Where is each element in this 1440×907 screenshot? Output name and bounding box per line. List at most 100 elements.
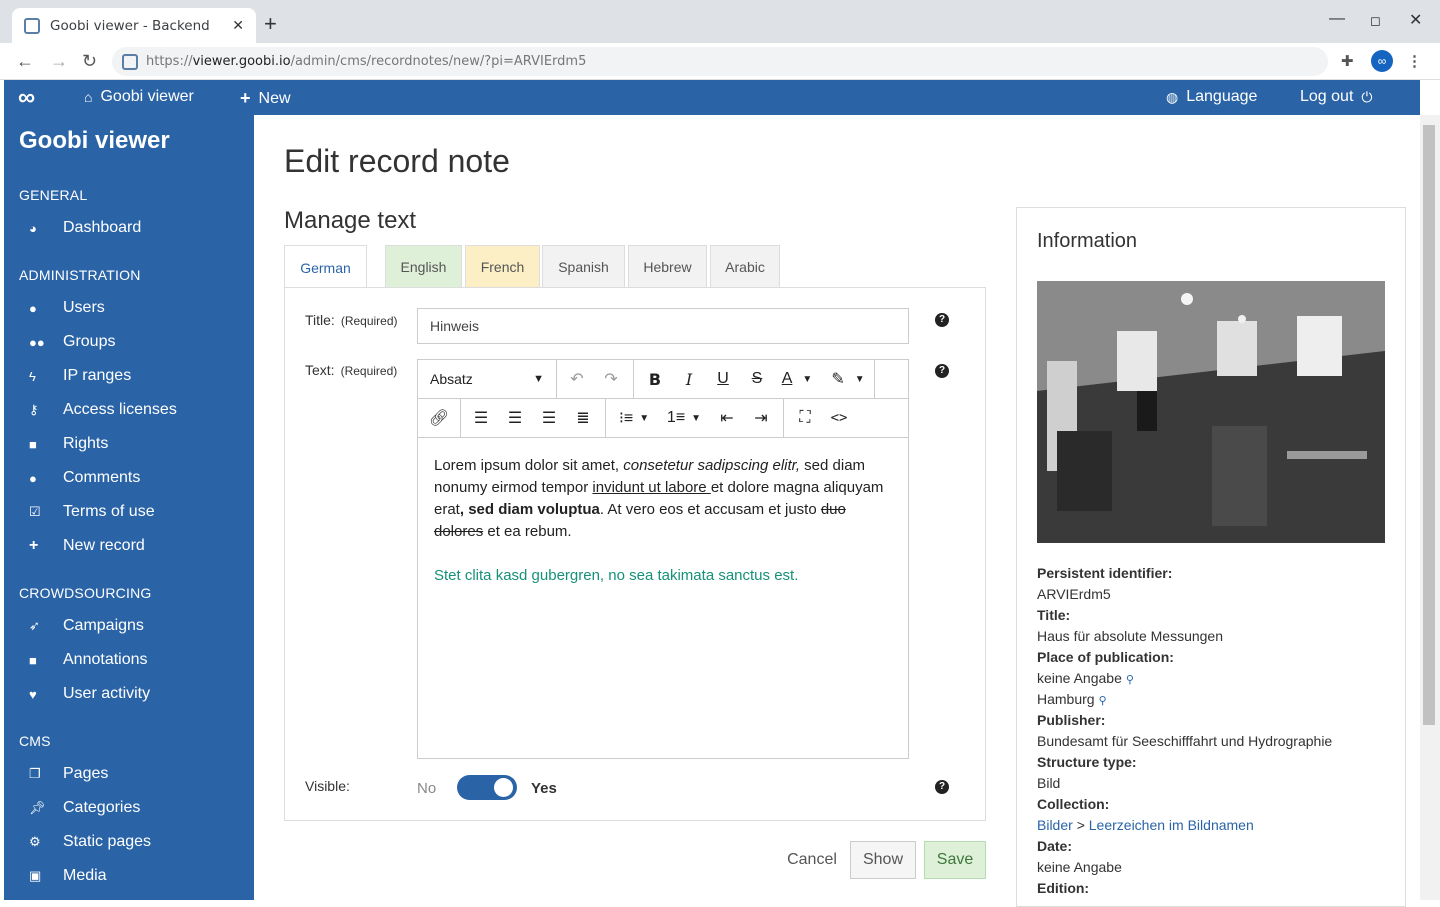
text-label-text: Text: xyxy=(305,362,335,378)
maximize-icon[interactable]: ◻ xyxy=(1370,13,1381,29)
minimize-icon[interactable]: — xyxy=(1329,10,1345,28)
collection-link-bilder[interactable]: Bilder xyxy=(1037,817,1073,833)
sidebar-item-terms-of-use[interactable]: ☑ Terms of use xyxy=(29,503,155,521)
pages-icon: ❐ xyxy=(29,766,41,781)
sidebar-item-pages[interactable]: ❐ Pages xyxy=(29,765,108,783)
redo-icon[interactable]: ↷ xyxy=(594,360,628,398)
sidebar-item-annotations[interactable]: ■ Annotations xyxy=(29,651,148,669)
save-button[interactable]: Save xyxy=(924,841,986,879)
window-close-icon[interactable]: ✕ xyxy=(1409,10,1422,30)
toolbar-divider xyxy=(556,360,557,398)
indent-icon[interactable]: ⇥ xyxy=(744,399,778,437)
text-color-icon[interactable]: A ▼ xyxy=(774,360,820,398)
numbered-list-icon[interactable]: 1≡ ▼ xyxy=(660,399,708,437)
browser-tab[interactable]: Goobi viewer - Backend ✕ xyxy=(12,8,256,43)
information-heading: Information xyxy=(1037,230,1138,252)
sidebar-item-user-activity[interactable]: ♥ User activity xyxy=(29,685,150,703)
sidebar-item-categories[interactable]: 📌︎ Categories xyxy=(29,799,140,817)
sidebar-item-access-licenses[interactable]: ⚷ Access licenses xyxy=(29,401,177,419)
editor-content[interactable]: Lorem ipsum dolor sit amet, consetetur s… xyxy=(418,438,908,626)
sidebar-item-media[interactable]: ▣ Media xyxy=(29,867,107,885)
sidebar-item-static-pages[interactable]: ⚙ Static pages xyxy=(29,833,151,851)
bullet-list-icon[interactable]: ⁝≡ ▼ xyxy=(610,399,658,437)
reload-icon[interactable]: ↻ xyxy=(82,51,97,72)
sidebar-item-campaigns[interactable]: ➶ Campaigns xyxy=(29,617,144,635)
sidebar-item-comments[interactable]: ● Comments xyxy=(29,469,140,487)
page-scrollbar[interactable] xyxy=(1420,115,1440,900)
plus-icon: + xyxy=(240,88,251,108)
sidebar-item-new-record[interactable]: + New record xyxy=(29,537,145,555)
align-left-icon[interactable]: ☰ xyxy=(464,399,498,437)
sidebar-item-groups[interactable]: ●● Groups xyxy=(29,333,115,351)
block-format-select[interactable]: Absatz ▼ xyxy=(418,360,556,398)
language-menu[interactable]: ◍ Language xyxy=(1166,88,1257,106)
sidebar-item-rights[interactable]: ■ Rights xyxy=(29,435,108,453)
link-icon[interactable]: 🔗︎ xyxy=(422,399,456,437)
date-label: Date: xyxy=(1037,838,1073,854)
title-meta-value: Haus für absolute Messungen xyxy=(1037,628,1223,644)
help-icon[interactable]: ? xyxy=(935,313,949,327)
tab-french[interactable]: French xyxy=(465,245,540,288)
pi-label: Persistent identifier: xyxy=(1037,565,1173,581)
map-marker-icon[interactable]: ⚲ xyxy=(1099,695,1107,707)
heartbeat-icon: ♥ xyxy=(29,686,37,702)
title-input[interactable]: Hinweis xyxy=(417,308,909,344)
tab-arabic[interactable]: Arabic xyxy=(710,245,780,288)
fullscreen-icon[interactable]: ⛶ xyxy=(788,399,822,437)
power-icon: ⏻ xyxy=(1361,88,1373,105)
collection-label: Collection: xyxy=(1037,796,1110,812)
profile-avatar[interactable]: ∞ xyxy=(1371,50,1393,72)
outdent-icon[interactable]: ⇤ xyxy=(710,399,744,437)
section-crowdsourcing: CROWDSOURCING xyxy=(19,585,152,601)
new-tab-icon[interactable]: + xyxy=(264,12,277,36)
underline-icon[interactable]: U xyxy=(706,360,740,398)
admin-sidebar: Goobi viewer GENERAL ◕ Dashboard ADMINIST… xyxy=(4,115,254,900)
back-icon[interactable]: ← xyxy=(16,51,34,72)
new-label: New xyxy=(258,89,291,107)
sidebar-item-dashboard[interactable]: ◕ Dashboard xyxy=(29,219,141,237)
check-square-icon: ☑ xyxy=(29,504,41,519)
strikethrough-icon[interactable]: S xyxy=(740,360,774,398)
url-field[interactable]: https://viewer.goobi.io/admin/cms/record… xyxy=(112,47,1328,76)
align-center-icon[interactable]: ☰ xyxy=(498,399,532,437)
visible-toggle[interactable] xyxy=(457,775,517,800)
tab-spanish[interactable]: Spanish xyxy=(542,245,625,288)
source-code-icon[interactable]: <> xyxy=(822,399,856,437)
record-thumbnail[interactable] xyxy=(1037,281,1385,543)
tab-english[interactable]: English xyxy=(385,245,462,288)
forward-icon[interactable]: → xyxy=(50,51,68,72)
highlight-color-icon[interactable]: ✎ ▼ xyxy=(822,360,874,398)
home-label: Goobi viewer xyxy=(100,88,194,105)
scrollbar-thumb[interactable] xyxy=(1423,125,1435,725)
cancel-button[interactable]: Cancel xyxy=(780,841,844,879)
bold-icon[interactable]: B xyxy=(638,360,672,398)
tab-hebrew[interactable]: Hebrew xyxy=(628,245,707,288)
collection-link-leerzeichen[interactable]: Leerzeichen im Bildnamen xyxy=(1089,817,1254,833)
close-tab-icon[interactable]: ✕ xyxy=(232,17,244,34)
sidebar-item-ip-ranges[interactable]: ϟ IP ranges xyxy=(29,367,131,385)
extensions-icon[interactable]: ✚ xyxy=(1341,52,1354,70)
new-menu[interactable]: + New xyxy=(240,88,291,109)
map-marker-icon[interactable]: ⚲ xyxy=(1126,674,1134,686)
sidebar-item-users[interactable]: ● Users xyxy=(29,299,105,317)
undo-icon[interactable]: ↶ xyxy=(560,360,594,398)
site-info-icon[interactable] xyxy=(122,53,138,70)
browser-menu-icon[interactable]: ⋮ xyxy=(1407,52,1422,70)
help-icon[interactable]: ? xyxy=(935,364,949,378)
date-value: keine Angabe xyxy=(1037,859,1122,875)
help-icon[interactable]: ? xyxy=(935,780,949,794)
section-administration: ADMINISTRATION xyxy=(19,267,141,283)
align-right-icon[interactable]: ☰ xyxy=(532,399,566,437)
home-link[interactable]: ⌂ Goobi viewer xyxy=(84,88,194,106)
show-button[interactable]: Show xyxy=(850,841,916,879)
align-justify-icon[interactable]: ≣ xyxy=(566,399,600,437)
title-label: Title: (Required) xyxy=(305,312,398,328)
site-favicon-icon xyxy=(24,17,40,34)
goobi-logo-icon[interactable]: ∞ xyxy=(18,84,35,112)
tab-german[interactable]: German xyxy=(284,245,367,289)
italic-icon[interactable]: I xyxy=(672,360,706,398)
bolt-icon: ϟ xyxy=(29,368,36,384)
cogs-icon: ⚙ xyxy=(29,834,41,849)
logout-link[interactable]: Log out ⏻ xyxy=(1300,88,1372,106)
comments-icon: ● xyxy=(29,470,37,486)
